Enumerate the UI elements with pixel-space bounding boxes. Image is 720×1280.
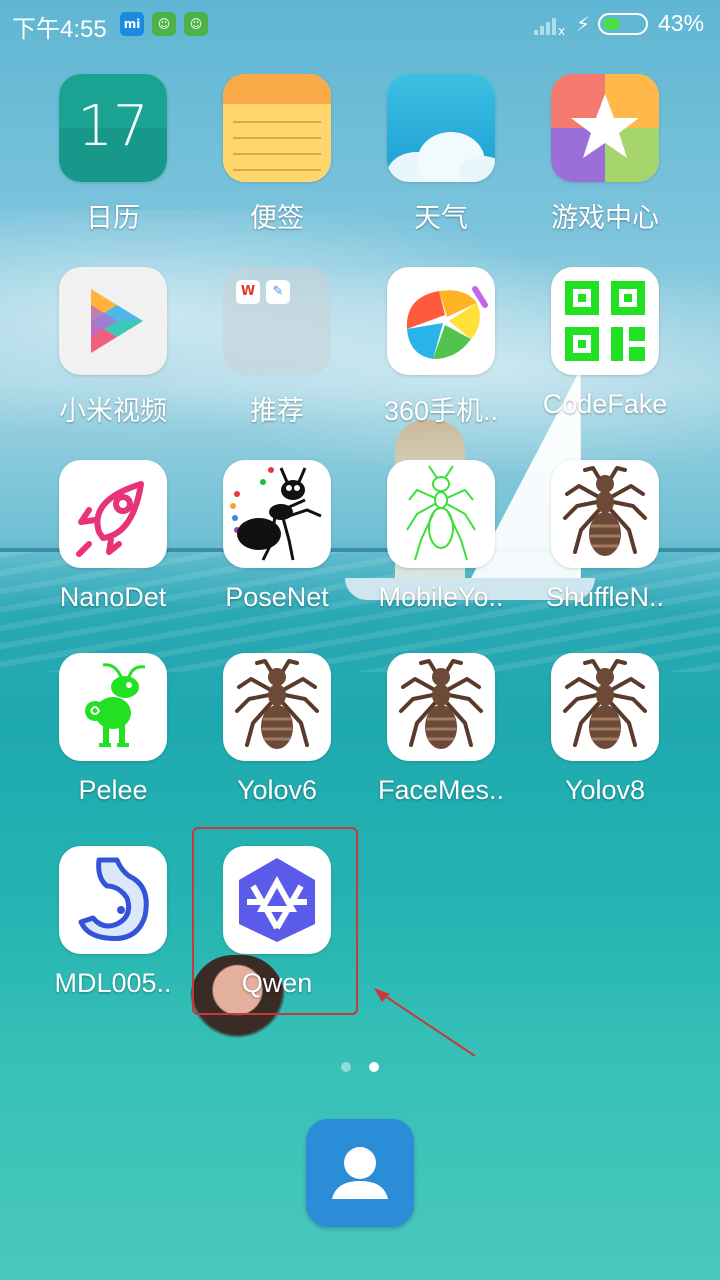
- battery-icon: [598, 13, 648, 35]
- app-label: PoseNet: [225, 582, 329, 612]
- contacts-app[interactable]: [306, 1119, 414, 1227]
- app-mobileyolo[interactable]: MobileYo..: [361, 460, 521, 635]
- ant-icon: [551, 460, 659, 568]
- qr-code-icon: [551, 267, 659, 375]
- home-screen: 下午4:55 mi ☺ ☺ x ⚡ 43% 17 日历 便签 天气 游戏中心 小…: [0, 0, 720, 1280]
- contacts-icon: [332, 1147, 388, 1199]
- weather-icon: [387, 74, 495, 182]
- app-label: CodeFake: [542, 389, 668, 419]
- app-label: Yolov8: [564, 775, 646, 805]
- app-shufflenet[interactable]: ShuffleN..: [525, 460, 685, 635]
- app-label: MDL005..: [54, 968, 172, 998]
- cleaner-icon: ✎: [266, 280, 290, 304]
- status-bar: 下午4:55 mi ☺ ☺ x ⚡ 43%: [0, 0, 720, 50]
- notes-icon: [223, 74, 331, 182]
- battery-level: [603, 18, 620, 30]
- app-label: 游戏中心: [551, 203, 659, 233]
- ant-icon: [551, 653, 659, 761]
- calendar-icon: 17: [59, 74, 167, 182]
- calendar-day: 17: [77, 94, 149, 159]
- app-label: FaceMes..: [377, 775, 505, 805]
- green-ant-icon: [387, 460, 495, 568]
- app-label: 天气: [414, 203, 468, 233]
- app-label: NanoDet: [59, 582, 167, 612]
- rocket-icon: [59, 460, 167, 568]
- charging-icon: ⚡: [576, 12, 591, 36]
- page-dot-active[interactable]: [369, 1062, 379, 1072]
- app-label: 日历: [86, 203, 140, 233]
- ant-icon: [223, 653, 331, 761]
- app-label: 便签: [250, 203, 304, 233]
- app-posenet[interactable]: PoseNet: [197, 460, 357, 635]
- video-icon: [59, 267, 167, 375]
- app-label: Yolov6: [236, 775, 318, 805]
- wps-icon: W: [236, 280, 260, 304]
- app-label: 360手机..: [383, 396, 499, 426]
- game-center-icon: [551, 74, 659, 182]
- app-label: 推荐: [250, 396, 304, 426]
- app-label: 小米视频: [59, 396, 167, 426]
- ant-icon: [223, 460, 331, 568]
- page-indicator: [338, 1062, 388, 1074]
- signal-icon: x: [534, 18, 565, 36]
- annotation-arrow: [374, 988, 476, 1057]
- app-yolov6[interactable]: Yolov6: [197, 653, 357, 828]
- app-yolov8[interactable]: Yolov8: [525, 653, 685, 828]
- android-icon: ☺: [152, 12, 176, 36]
- app-label: MobileYo..: [378, 582, 504, 612]
- app-label: ShuffleN..: [545, 582, 665, 612]
- app-codefake[interactable]: CodeFake: [525, 267, 685, 442]
- app-mdl005[interactable]: MDL005..: [33, 846, 193, 1021]
- app-nanodet[interactable]: NanoDet: [33, 460, 193, 635]
- app-notes[interactable]: 便签: [197, 74, 357, 249]
- android-icon: ☺: [184, 12, 208, 36]
- app-facemesh[interactable]: FaceMes..: [361, 653, 521, 828]
- green-insect-icon: [59, 653, 167, 761]
- stomach-icon: [59, 846, 167, 954]
- status-time: 下午4:55: [12, 16, 107, 43]
- battery-percent: 43%: [658, 10, 705, 36]
- svg-text:x: x: [558, 24, 565, 36]
- app-label: Pelee: [78, 775, 148, 805]
- app-calendar[interactable]: 17 日历: [33, 74, 193, 249]
- 360-store-icon: [387, 267, 495, 375]
- page-dot[interactable]: [341, 1062, 351, 1072]
- app-game-center[interactable]: 游戏中心: [525, 74, 685, 249]
- app-pelee[interactable]: Pelee: [33, 653, 193, 828]
- app-folder-recommend[interactable]: W ✎ 推荐: [197, 267, 357, 442]
- ant-icon: [387, 653, 495, 761]
- mi-icon: mi: [120, 12, 144, 36]
- highlight-box: [192, 827, 358, 1015]
- app-weather[interactable]: 天气: [361, 74, 521, 249]
- app-360-store[interactable]: 360手机..: [361, 267, 521, 442]
- app-mi-video[interactable]: 小米视频: [33, 267, 193, 442]
- folder-icon: W ✎: [223, 267, 331, 375]
